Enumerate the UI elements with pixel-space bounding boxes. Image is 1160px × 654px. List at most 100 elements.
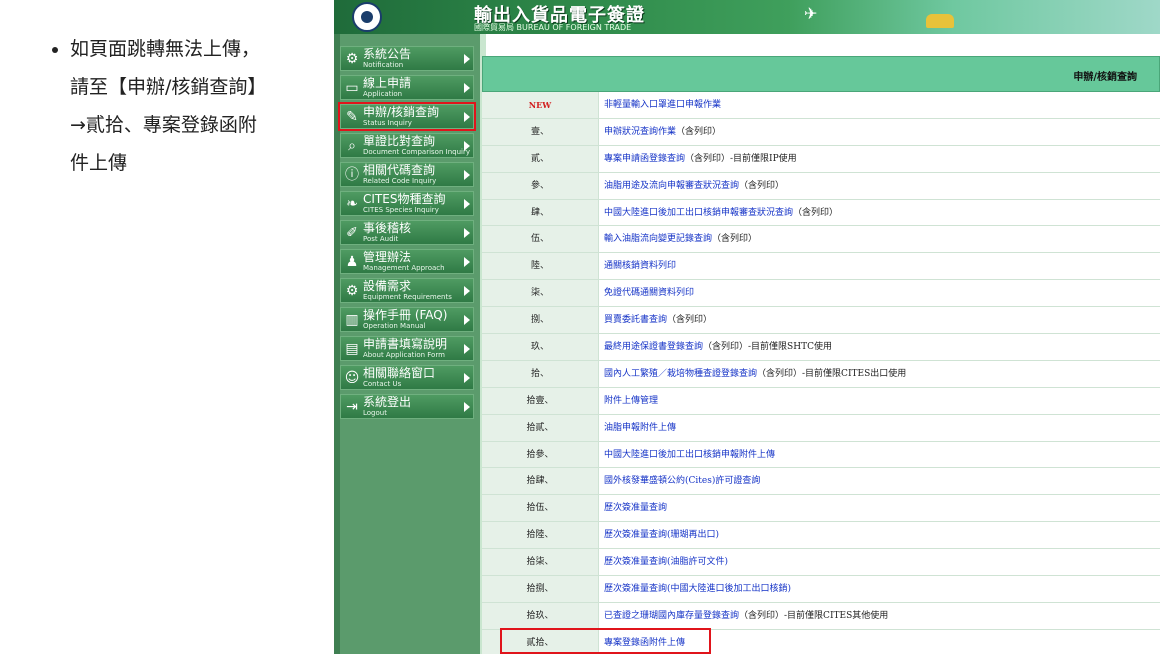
row-link[interactable]: 附件上傳管理 (604, 388, 658, 414)
row-number: 拾參、 (482, 441, 599, 468)
row-link-text[interactable]: 中國大陸進口後加工出口核銷申報審查狀況查詢 (604, 208, 793, 218)
menu-item-notification[interactable]: ⚙ 系統公告 Notification (340, 46, 474, 71)
person-icon: ♟ (345, 254, 359, 270)
row-link-text[interactable]: 國內人工繁殖／栽培物種查證登錄查詢 (604, 369, 757, 379)
row-link-text[interactable]: 歷次簽准量查詢 (604, 503, 667, 513)
menu-item-logout[interactable]: ⇥ 系統登出 Logout (340, 394, 474, 419)
row-link[interactable]: 國外核發華盛頓公約(Cites)許可證查詢 (604, 468, 760, 494)
arrow-right-icon (464, 344, 470, 354)
row-link-text[interactable]: 歷次簽准量查詢(油脂許可文件) (604, 557, 728, 567)
menu-label: 系統公告 (363, 47, 412, 61)
row-number: 拾、 (482, 360, 599, 387)
row-link[interactable]: 油脂用途及流向申報審查狀況查詢（含列印） (604, 173, 784, 199)
row-link-text[interactable]: 免證代碼通關資料列印 (604, 288, 694, 298)
row-link-text[interactable]: 歷次簽准量查詢(中國大陸進口後加工出口核銷) (604, 584, 791, 594)
menu-item-equipment[interactable]: ⚙ 設備需求 Equipment Requirements (340, 278, 474, 303)
menu-item-cites-species[interactable]: ❧ CITES物種查詢 CITES Species Inquiry (340, 191, 474, 216)
table-row: 拾、 國內人工繁殖／栽培物種查證登錄查詢（含列印）-目前僅限CITES出口使用 (482, 360, 1160, 388)
row-note: （含列印） (739, 180, 785, 191)
row-link-text[interactable]: 申辦狀況查詢作業 (604, 127, 676, 137)
arrow-right-icon (464, 199, 470, 209)
site-subtitle: 國際貿易局 BUREAU OF FOREIGN TRADE (474, 23, 632, 32)
arrow-right-icon (464, 315, 470, 325)
row-link-text[interactable]: 買賣委託書查詢 (604, 315, 667, 325)
row-number: 拾壹、 (482, 387, 599, 414)
table-row: 拾貳、 油脂申報附件上傳 (482, 414, 1160, 442)
row-link[interactable]: 非輕量輸入口罩進口申報作業 (604, 92, 721, 118)
row-number: 玖、 (482, 334, 599, 360)
menu-item-related-code[interactable]: ⓘ 相關代碼查詢 Related Code Inquiry (340, 162, 474, 187)
row-link[interactable]: 歷次簽准量查詢(中國大陸進口後加工出口核銷) (604, 576, 791, 602)
row-link[interactable]: 中國大陸進口後加工出口核銷申報審查狀況查詢（含列印） (604, 200, 838, 226)
menu-label: 管理辦法 (363, 250, 412, 264)
table-row: 捌、 買賣委託書查詢（含列印） (482, 307, 1160, 335)
menu-item-application[interactable]: ▭ 線上申請 Application (340, 75, 474, 100)
row-link[interactable]: 最終用途保證書登錄查詢（含列印）-目前僅限SHTC使用 (604, 334, 832, 360)
menu-label: 線上申請 (363, 76, 412, 90)
row-link-text[interactable]: 國外核發華盛頓公約(Cites)許可證查詢 (604, 476, 760, 486)
table-row: NEW 非輕量輸入口罩進口申報作業 (482, 92, 1160, 119)
row-number: 捌、 (482, 307, 599, 334)
row-link[interactable]: 歷次簽准量查詢(珊瑚再出口) (604, 522, 719, 548)
row-link-text[interactable]: 油脂用途及流向申報審查狀況查詢 (604, 181, 739, 191)
book-icon: ▥ (345, 312, 359, 328)
row-link-text[interactable]: 非輕量輸入口罩進口申報作業 (604, 100, 721, 110)
row-number: 參、 (482, 172, 599, 199)
row-link[interactable]: 中國大陸進口後加工出口核銷申報附件上傳 (604, 442, 775, 468)
menu-label: 設備需求 (363, 279, 412, 293)
row-link[interactable]: 已查證之珊瑚國內庫存量登錄查詢（含列印）-目前僅限CITES其他使用 (604, 603, 888, 629)
airplane-icon: ✈ (804, 4, 818, 23)
table-row: 陸、 通關核銷資料列印 (482, 253, 1160, 281)
menu-sublabel: Post Audit (363, 235, 399, 243)
row-link[interactable]: 專案申請函登錄查詢（含列印）-目前僅限IP使用 (604, 146, 797, 172)
row-link[interactable]: 國內人工繁殖／栽培物種查證登錄查詢（含列印）-目前僅限CITES出口使用 (604, 361, 906, 387)
row-link[interactable]: 歷次簽准量查詢(油脂許可文件) (604, 549, 728, 575)
row-link-text[interactable]: 通關核銷資料列印 (604, 261, 676, 271)
row-link[interactable]: 免證代碼通關資料列印 (604, 280, 694, 306)
menu-sublabel: Equipment Requirements (363, 293, 452, 301)
row-link-text[interactable]: 油脂申報附件上傳 (604, 423, 676, 433)
row-link[interactable]: 申辦狀況查詢作業（含列印） (604, 119, 721, 145)
arrow-right-icon (464, 141, 470, 151)
row-link-text[interactable]: 中國大陸進口後加工出口核銷申報附件上傳 (604, 450, 775, 460)
menu-sublabel: CITES Species Inquiry (363, 206, 439, 214)
row-note: （含列印） (667, 315, 713, 326)
row-link-text[interactable]: 附件上傳管理 (604, 396, 658, 406)
arrow-right-icon (464, 54, 470, 64)
row-link-text[interactable]: 專案申請函登錄查詢 (604, 154, 685, 164)
menu-item-form-guide[interactable]: ▤ 申請書填寫說明 About Application Form (340, 336, 474, 361)
logout-icon: ⇥ (346, 399, 358, 415)
bureau-logo-icon (352, 2, 382, 32)
row-number: 拾貳、 (482, 414, 599, 441)
row-number: 肆、 (482, 199, 599, 226)
row-link[interactable]: 歷次簽准量查詢 (604, 495, 667, 521)
highlight-box-attachment-upload (500, 628, 711, 654)
menu-item-management[interactable]: ♟ 管理辦法 Management Approach (340, 249, 474, 274)
menu-item-status-inquiry[interactable]: ✎ 申辦/核銷查詢 Status Inquiry (338, 102, 476, 131)
pencil-icon: ✐ (346, 225, 358, 241)
row-link-text[interactable]: 歷次簽准量查詢(珊瑚再出口) (604, 530, 719, 540)
menu-item-post-audit[interactable]: ✐ 事後稽核 Post Audit (340, 220, 474, 245)
note-line-2: 請至【申辦/核銷查詢】 (70, 76, 267, 98)
row-link[interactable]: 輸入油脂流向變更記錄查詢（含列印） (604, 226, 757, 252)
table-row: 玖、 最終用途保證書登錄查詢（含列印）-目前僅限SHTC使用 (482, 334, 1160, 361)
row-number: 陸、 (482, 253, 599, 280)
row-link-text[interactable]: 最終用途保證書登錄查詢 (604, 342, 703, 352)
row-link[interactable]: 油脂申報附件上傳 (604, 415, 676, 441)
search-icon: ⌕ (348, 138, 356, 154)
row-link-text[interactable]: 輸入油脂流向變更記錄查詢 (604, 234, 712, 244)
table-row: 伍、 輸入油脂流向變更記錄查詢（含列印） (482, 226, 1160, 254)
menu-item-manual[interactable]: ▥ 操作手冊 (FAQ) Operation Manual (340, 307, 474, 332)
menu-item-contact[interactable]: ☺ 相關聯絡窗口 Contact Us (340, 365, 474, 390)
arrow-right-icon (464, 257, 470, 267)
row-link[interactable]: 買賣委託書查詢（含列印） (604, 307, 712, 333)
table-row: 柒、 免證代碼通關資料列印 (482, 280, 1160, 308)
row-link-text[interactable]: 已查證之珊瑚國內庫存量登錄查詢 (604, 611, 739, 621)
note-line-3: →貳拾、專案登錄函附 (70, 114, 257, 136)
menu-label: 申辦/核銷查詢 (363, 105, 440, 119)
table-row: 肆、 中國大陸進口後加工出口核銷申報審查狀況查詢（含列印） (482, 199, 1160, 227)
menu-sublabel: Logout (363, 409, 387, 417)
menu-item-document-comparison[interactable]: ⌕ 單證比對查詢 Document Comparison Inquiry (340, 133, 474, 158)
table-row: 壹、 申辦狀況查詢作業（含列印） (482, 118, 1160, 146)
row-link[interactable]: 通關核銷資料列印 (604, 253, 676, 279)
